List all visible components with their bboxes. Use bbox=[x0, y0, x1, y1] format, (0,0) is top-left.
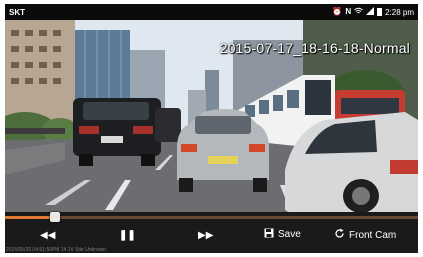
signal-icon bbox=[366, 7, 375, 17]
recording-info: 2015/05/20 04:51:50PM 14.1V Site Unknown bbox=[6, 247, 107, 253]
seek-bar[interactable] bbox=[5, 212, 418, 222]
nfc-icon: N bbox=[345, 7, 352, 16]
carrier-label: SKT bbox=[9, 7, 25, 17]
status-icons: ⏰ N 2:28 pm bbox=[332, 7, 414, 17]
fast-forward-icon: ▶▶ bbox=[198, 230, 214, 241]
rewind-icon: ◀◀ bbox=[40, 230, 56, 241]
save-icon bbox=[264, 228, 274, 241]
pause-icon: ❚❚ bbox=[119, 230, 136, 241]
save-label: Save bbox=[278, 229, 301, 240]
camera-switch-icon bbox=[334, 228, 345, 242]
status-bar: SKT ⏰ N 2:28 pm bbox=[5, 4, 418, 20]
save-button[interactable]: Save bbox=[264, 228, 301, 241]
fast-forward-button[interactable]: ▶▶ bbox=[198, 230, 213, 241]
front-cam-label: Front Cam bbox=[349, 229, 397, 241]
front-cam-button[interactable]: Front Cam bbox=[334, 228, 396, 242]
rewind-button[interactable]: ◀◀ bbox=[40, 230, 55, 241]
video-frame[interactable]: 2015-07-17_18-16-18-Normal bbox=[5, 20, 418, 216]
clock: 2:28 pm bbox=[385, 7, 414, 17]
seek-bar-progress bbox=[5, 216, 55, 219]
alarm-icon: ⏰ bbox=[332, 7, 343, 16]
pause-button[interactable]: ❚❚ bbox=[119, 230, 136, 241]
wifi-icon bbox=[354, 7, 363, 17]
battery-icon bbox=[377, 8, 383, 16]
seek-bar-thumb[interactable] bbox=[49, 212, 60, 222]
recording-filename: 2015-07-17_18-16-18-Normal bbox=[219, 40, 410, 56]
app-frame: SKT ⏰ N 2:28 pm 2015-07-17_18-16-18-Norm… bbox=[5, 4, 418, 253]
